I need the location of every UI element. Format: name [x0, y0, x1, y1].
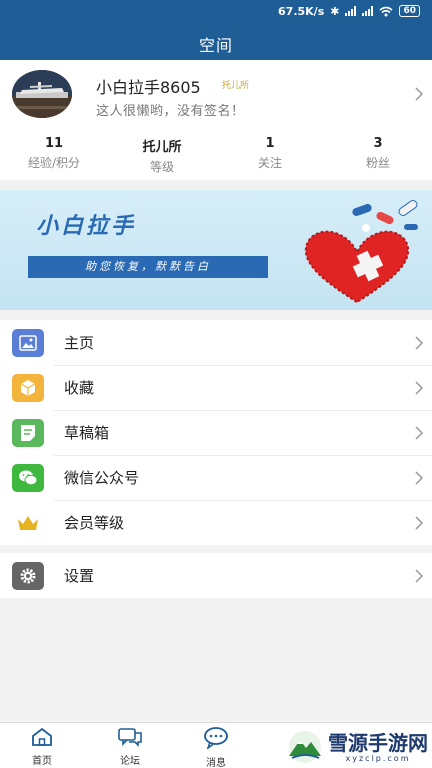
- chevron-right-icon: [415, 335, 424, 350]
- mountain-logo-icon: [289, 731, 321, 763]
- menu-item-wechat[interactable]: 微信公众号: [0, 455, 432, 500]
- chevron-right-icon: [415, 87, 424, 101]
- chevron-right-icon: [415, 380, 424, 395]
- menu-item-drafts[interactable]: 草稿箱: [0, 410, 432, 455]
- stat-value: 托儿所: [142, 140, 182, 155]
- stat-experience[interactable]: 11 经验/积分: [0, 136, 108, 175]
- top-bar: 67.5K/s ✱ 60 空间: [0, 0, 432, 60]
- menu-label: 会员等级: [64, 514, 125, 532]
- home-icon: [32, 727, 52, 746]
- tab-label: 消息: [206, 758, 226, 768]
- status-bar: 67.5K/s ✱ 60: [278, 2, 420, 20]
- level-tag: 托儿所: [222, 81, 250, 91]
- heart-icon: [304, 230, 410, 304]
- menu-label: 收藏: [64, 379, 95, 397]
- menu-item-membership[interactable]: 会员等级: [0, 500, 432, 545]
- menu-label: 微信公众号: [64, 469, 140, 487]
- menu-item-favorites[interactable]: 收藏: [0, 365, 432, 410]
- stat-label: 经验/积分: [27, 156, 81, 170]
- stats-row: 11 经验/积分 托儿所 等级 1 关注 3 粉丝: [0, 136, 432, 175]
- stat-value: 3: [373, 136, 383, 151]
- menu-label: 草稿箱: [64, 424, 110, 442]
- box-icon: [12, 373, 44, 402]
- menu-item-home[interactable]: 主页: [0, 320, 432, 365]
- signal-icon: [345, 6, 357, 16]
- menu-label: 主页: [64, 334, 95, 352]
- network-speed: 67.5K/s: [278, 4, 325, 18]
- image-icon: [12, 328, 44, 357]
- chevron-right-icon: [415, 425, 424, 440]
- menu-label: 设置: [64, 567, 95, 585]
- profile-card[interactable]: 小白拉手8605 托儿所 这人很懒哟，没有签名！ 11 经验/积分 托儿所 等级…: [0, 60, 432, 180]
- banner-slogan: 助您恢复，默默告白: [28, 256, 268, 278]
- menu-list: 主页 收藏 草稿箱 微信公众号 会员等级: [0, 320, 432, 545]
- stat-fans[interactable]: 3 粉丝: [324, 136, 432, 175]
- signal-icon-2: [362, 6, 374, 16]
- tab-label: 首页: [32, 756, 52, 767]
- stat-label: 等级: [149, 160, 174, 174]
- banner-title: 小白拉手: [36, 214, 137, 239]
- stat-label: 粉丝: [365, 156, 390, 170]
- promo-banner[interactable]: 小白拉手 助您恢复，默默告白: [0, 190, 432, 310]
- crown-icon: [12, 509, 44, 537]
- menu-item-settings[interactable]: 设置: [0, 553, 432, 598]
- watermark-sub: xyzclp.com: [345, 753, 411, 763]
- avatar[interactable]: [12, 70, 72, 118]
- tab-label: 论坛: [120, 756, 140, 767]
- chevron-right-icon: [415, 515, 424, 530]
- tab-forum[interactable]: 论坛: [110, 727, 150, 767]
- stat-label: 关注: [257, 156, 282, 170]
- tab-home[interactable]: 首页: [22, 727, 62, 767]
- signature: 这人很懒哟，没有签名！: [96, 104, 245, 119]
- stat-value: 11: [44, 136, 64, 151]
- wechat-icon: [12, 463, 44, 492]
- settings-group: 设置: [0, 553, 432, 598]
- page-title: 空间: [198, 36, 233, 55]
- stat-following[interactable]: 1 关注: [216, 136, 324, 175]
- forum-icon: [118, 728, 142, 747]
- draft-icon: [12, 418, 44, 447]
- message-icon: [204, 727, 228, 751]
- username: 小白拉手8605: [96, 78, 201, 97]
- bluetooth-icon: ✱: [330, 4, 340, 18]
- gear-icon: [12, 561, 44, 590]
- battery-icon: 60: [399, 5, 420, 17]
- chevron-right-icon: [415, 568, 424, 583]
- stat-level[interactable]: 托儿所 等级: [108, 136, 216, 175]
- stat-value: 1: [265, 136, 275, 151]
- chevron-right-icon: [415, 470, 424, 485]
- tab-messages[interactable]: 消息: [196, 727, 236, 768]
- wifi-icon: [379, 6, 393, 16]
- watermark: 雪源手游网 xyzclp.com: [286, 730, 428, 764]
- watermark-text: 雪源手游网: [328, 730, 428, 755]
